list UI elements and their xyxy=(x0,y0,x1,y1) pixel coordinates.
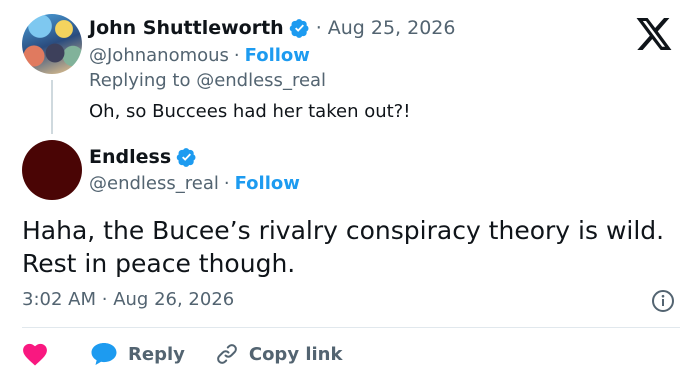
main-display-name[interactable]: Endless xyxy=(89,146,171,168)
parent-follow-button[interactable]: Follow xyxy=(245,45,310,66)
verified-badge-icon xyxy=(289,18,309,38)
parent-avatar[interactable] xyxy=(22,14,82,74)
copy-link-button[interactable]: Copy link xyxy=(215,342,343,366)
reply-bubble-icon xyxy=(91,343,117,365)
thread-line xyxy=(51,80,53,134)
main-handle[interactable]: @endless_real xyxy=(89,173,219,194)
replying-to-label: Replying to @endless_real xyxy=(89,70,327,91)
parent-date[interactable]: Aug 25, 2026 xyxy=(328,17,456,39)
verified-badge-icon xyxy=(176,147,196,167)
main-handle-row: @endless_real · Follow xyxy=(89,171,300,195)
divider xyxy=(22,327,680,328)
parent-handle-row: @Johnanomous · Follow xyxy=(89,43,310,67)
x-logo-icon[interactable] xyxy=(636,18,672,50)
timestamp-separator: · xyxy=(101,289,108,310)
copy-link-label: Copy link xyxy=(248,343,343,365)
main-timestamp[interactable]: 3:02 AM · Aug 26, 2026 xyxy=(22,289,234,310)
info-icon[interactable] xyxy=(651,289,675,313)
main-avatar[interactable] xyxy=(22,140,82,200)
main-handle-separator: · xyxy=(223,172,230,194)
main-header: Endless xyxy=(89,144,197,170)
heart-icon[interactable] xyxy=(22,342,48,366)
parent-display-name[interactable]: John Shuttleworth xyxy=(89,17,284,39)
parent-handle[interactable]: @Johnanomous xyxy=(89,45,229,66)
parent-header: John Shuttleworth · Aug 25, 2026 xyxy=(89,15,455,41)
action-bar: Reply Copy link xyxy=(22,340,342,368)
main-follow-button[interactable]: Follow xyxy=(235,173,300,194)
reply-label: Reply xyxy=(128,343,185,365)
link-icon xyxy=(216,344,237,364)
parent-handle-separator: · xyxy=(233,44,240,66)
main-tweet-text: Haha, the Bucee’s rivalry conspiracy the… xyxy=(22,216,665,278)
reply-button[interactable]: Reply xyxy=(90,342,185,366)
main-date: Aug 26, 2026 xyxy=(113,289,235,310)
parent-tweet-text: Oh, so Buccees had her taken out?! xyxy=(89,101,411,122)
parent-separator: · xyxy=(315,17,322,39)
main-time: 3:02 AM xyxy=(22,289,96,310)
